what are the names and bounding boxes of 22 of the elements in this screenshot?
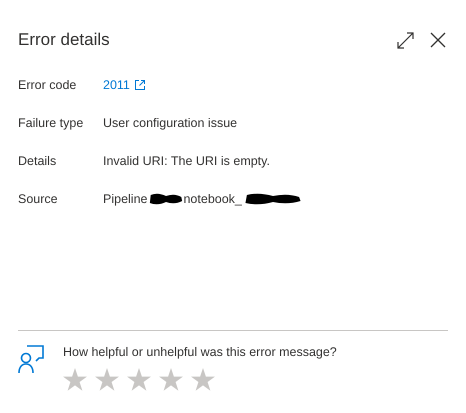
star-icon[interactable]	[95, 368, 119, 391]
field-value: User configuration issue	[103, 114, 238, 132]
redaction-mark	[149, 191, 184, 207]
field-label: Details	[18, 152, 58, 170]
field-label: Error code	[18, 76, 78, 94]
field-label: Source	[18, 190, 59, 208]
feedback-question: How helpful or unhelpful was this error message?	[63, 344, 337, 362]
external-link-icon	[134, 79, 146, 91]
error-code-link[interactable]: 2011	[103, 76, 146, 94]
field-value: Invalid URI: The URI is empty.	[103, 152, 270, 170]
expand-icon[interactable]	[397, 32, 414, 48]
star-icon[interactable]	[127, 368, 151, 391]
dialog-title: Error details	[18, 29, 110, 52]
star-icon[interactable]	[191, 368, 215, 391]
feedback-person-icon	[18, 343, 46, 374]
field-value: Pipeline	[103, 190, 148, 208]
field-label: Failure type	[18, 114, 84, 132]
redaction-mark	[244, 191, 302, 207]
close-icon[interactable]	[430, 32, 446, 48]
star-icon[interactable]	[63, 368, 87, 391]
field-value: notebook_	[183, 190, 242, 208]
star-icon[interactable]	[159, 368, 183, 391]
